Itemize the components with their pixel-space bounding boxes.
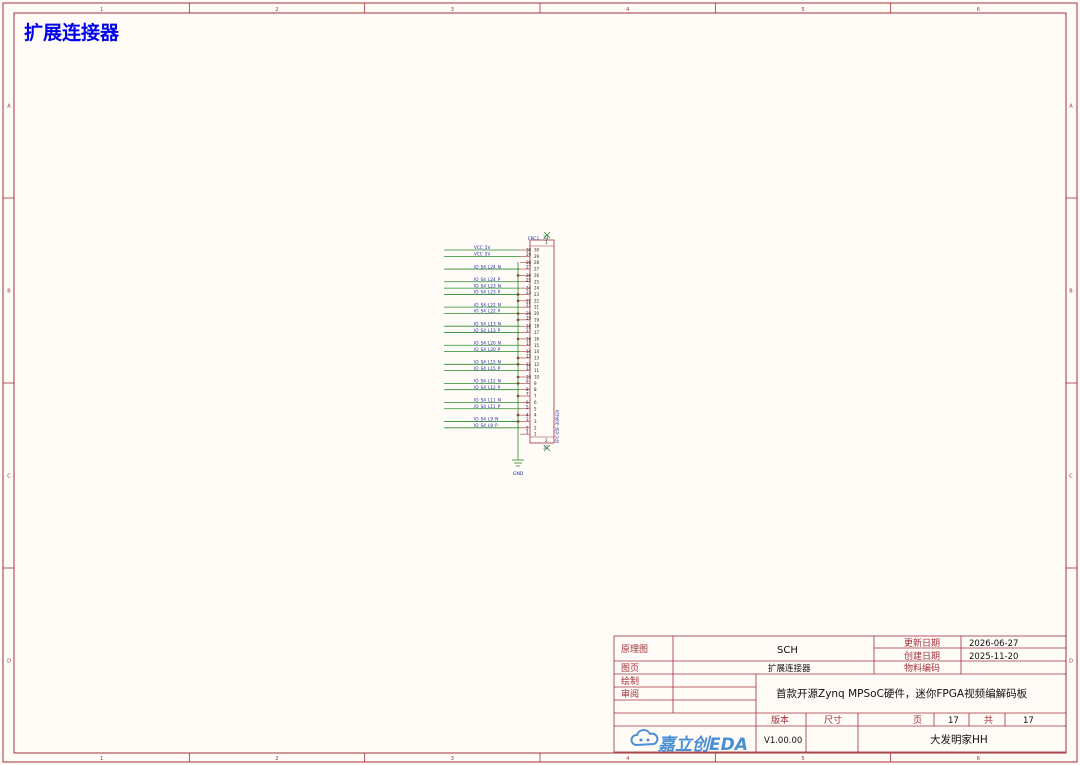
net-label: IO_S4_L9_N	[474, 417, 498, 422]
doc-type-label: 原理图	[621, 644, 648, 655]
zone-row-label: A	[7, 104, 11, 110]
page-value: 扩展连接器	[768, 663, 811, 674]
pin-number-inside: 18	[534, 324, 540, 329]
net-label: IO_S4_L20_N	[474, 340, 501, 345]
connector-designator: FPC1	[528, 236, 539, 242]
zone-column-label: 2	[275, 756, 278, 762]
pin-number-inside: 14	[534, 349, 540, 354]
doc-type-value: SCH	[777, 645, 798, 656]
zone-column-label: 5	[801, 7, 804, 13]
pin-number-inside: 22	[534, 298, 540, 303]
pin-number-inside: 26	[534, 273, 540, 278]
bom-label: 物料编码	[904, 662, 940, 674]
pin-number-inside: 25	[534, 279, 540, 284]
net-label: IO_S4_L11_N	[474, 398, 501, 403]
updated-label: 更新日期	[904, 637, 940, 649]
pin-number-inside: 19	[534, 317, 540, 322]
zone-column-label: 4	[626, 756, 629, 762]
net-label: IO_S4_L9_P	[474, 423, 498, 428]
net-label: IO_S4_L20_P	[474, 347, 501, 352]
zone-column-label: 2	[275, 7, 278, 13]
pin-number-inside: 20	[534, 311, 540, 316]
connector-end-pin-bottom: 32	[543, 445, 549, 451]
pin-number-inside: 16	[534, 336, 540, 341]
pin-number-left: 13	[526, 353, 532, 358]
total-value: 17	[1023, 716, 1034, 726]
net-label: VCC_5V	[474, 252, 490, 257]
zone-column-label: 3	[451, 7, 454, 13]
pin-number-left: 11	[526, 366, 532, 371]
net-label: VCC_5V	[474, 245, 490, 250]
pin-number-left: 29	[526, 252, 532, 257]
project-title: 首款开源Zynq MPSoC硬件，迷你FPGA视频编解码板	[776, 687, 1028, 700]
updated-value: 2026-06-27	[969, 639, 1018, 649]
pin-number-inside: 15	[534, 343, 540, 348]
pin-number-inside: 27	[534, 267, 540, 272]
page-title: 扩展连接器	[24, 22, 120, 44]
pin-number-inside: 12	[534, 362, 540, 367]
zone-row-label: B	[1069, 289, 1073, 295]
zone-row-label: C	[1069, 474, 1073, 480]
zone-row-label: C	[7, 474, 11, 480]
drawn-label: 绘制	[621, 675, 639, 687]
pin-number-inside: 17	[534, 330, 540, 335]
page-no-label: 页	[913, 715, 922, 726]
pin-number-left: 27	[526, 265, 532, 270]
logo-text: 嘉立创EDA	[658, 735, 748, 755]
zone-column-label: 1	[100, 7, 103, 13]
connector-part-number: FPC-05F-30PH20	[555, 409, 560, 443]
pin-number-inside: 29	[534, 254, 540, 259]
net-label: IO_S4_L23_P	[474, 290, 501, 295]
total-label: 共	[984, 715, 993, 726]
pin-number-inside: 10	[534, 375, 540, 380]
net-label: IO_S4_L12_N	[474, 379, 501, 384]
net-label: IO_S4_L24_N	[474, 264, 501, 269]
net-label: IO_S4_L22_N	[474, 302, 501, 307]
pin-number-inside: 13	[534, 355, 540, 360]
zone-row-label: B	[7, 289, 11, 295]
pin-number-left: 15	[526, 341, 532, 346]
author-name: 大发明家HH	[930, 733, 988, 746]
net-label: IO_S4_L13_P	[474, 328, 501, 333]
created-label: 创建日期	[904, 650, 940, 662]
zone-row-label: A	[1069, 104, 1073, 110]
zone-column-label: 4	[626, 7, 629, 13]
zone-column-label: 5	[801, 756, 804, 762]
review-label: 审阅	[621, 688, 639, 700]
schematic-sheet: 11 2 23 3 4 4 5 5 6 6 A A B B C C D D FPC1 3 1 32 1 2 FPC-…	[0, 0, 1080, 765]
pin-number-inside: 21	[534, 305, 540, 310]
net-label: IO_S4_L13_N	[474, 321, 501, 326]
zone-column-label: 1	[100, 756, 103, 762]
gnd-label: GND	[513, 471, 524, 477]
created-value: 2025-11-20	[969, 652, 1018, 662]
version-label: 版本	[771, 714, 789, 726]
pin-number-left: 19	[526, 315, 532, 320]
pin-number-left: 25	[526, 277, 532, 282]
net-label: IO_S4_L15_N	[474, 360, 501, 365]
pin-number-left: 17	[526, 328, 532, 333]
zone-row-label: D	[7, 659, 11, 665]
pin-number-inside: 28	[534, 260, 540, 265]
zone-column-label: 6	[977, 756, 980, 762]
net-label: IO_S4_L12_P	[474, 385, 501, 390]
net-label: IO_S4_L11_P	[474, 404, 501, 409]
pin-number-inside: 23	[534, 292, 540, 297]
pin-number-inside: 30	[534, 248, 540, 253]
net-label: IO_S4_L15_P	[474, 366, 501, 371]
pin-number-left: 21	[526, 303, 532, 308]
zone-column-label: 3	[451, 756, 454, 762]
pin-number-inside: 24	[534, 286, 540, 291]
page-no-value: 17	[948, 716, 959, 726]
net-label: IO_S4_L23_N	[474, 283, 501, 288]
page-label: 图页	[621, 663, 639, 674]
size-label: 尺寸	[824, 714, 842, 726]
net-label: IO_S4_L22_P	[474, 309, 501, 314]
pin-number-left: 23	[526, 290, 532, 295]
zone-row-label: D	[1069, 659, 1073, 665]
net-label: IO_S4_L24_P	[474, 277, 501, 282]
sheet-background	[0, 0, 1080, 765]
version-value: V1.00.00	[764, 736, 802, 746]
pin-number-inside: 11	[534, 368, 540, 373]
zone-column-label: 6	[977, 7, 980, 13]
